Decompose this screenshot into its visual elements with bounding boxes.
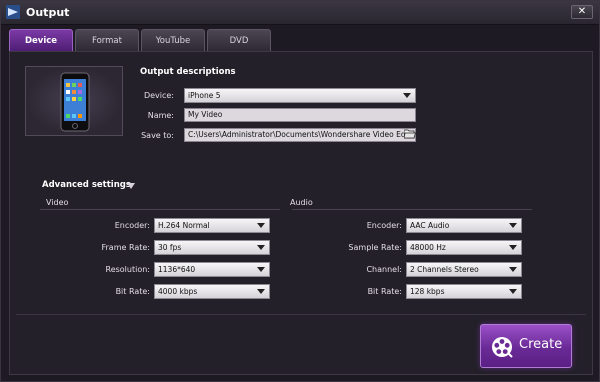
audio-encoder-select[interactable]: AAC Audio <box>406 218 522 233</box>
audio-bit-rate-label: Bit Rate: <box>367 287 402 296</box>
video-section-title: Video <box>46 198 69 207</box>
sample-rate-label: Sample Rate: <box>348 243 402 252</box>
footer-divider <box>16 314 586 315</box>
frame-rate-select[interactable]: 30 fps <box>154 240 270 255</box>
channel-value: 2 Channels Stereo <box>410 265 479 274</box>
caret-down-icon <box>509 289 517 294</box>
caret-down-icon <box>509 267 517 272</box>
audio-bit-rate-select[interactable]: 128 kbps <box>406 284 522 299</box>
resolution-label: Resolution: <box>105 265 151 274</box>
video-divider <box>40 209 280 210</box>
name-label: Name: <box>147 111 174 120</box>
folder-open-icon[interactable] <box>404 129 416 139</box>
video-bit-rate-value: 4000 kbps <box>158 287 198 296</box>
caret-down-icon[interactable] <box>127 183 135 189</box>
close-button[interactable]: ✕ <box>571 5 593 19</box>
output-descriptions-title: Output descriptions <box>140 67 236 77</box>
channel-label: Channel: <box>366 265 402 274</box>
caret-down-icon <box>509 223 517 228</box>
create-button[interactable]: Create <box>480 324 572 368</box>
caret-down-icon <box>509 245 517 250</box>
output-dialog: Output ✕ Device Format YouTube DVD Outpu… <box>0 0 600 382</box>
tab-device[interactable]: Device <box>9 29 73 51</box>
resolution-value: 1136*640 <box>158 265 196 274</box>
save-to-path-input[interactable]: C:\Users\Administrator\Documents\Wonders… <box>184 128 416 142</box>
sample-rate-value: 48000 Hz <box>410 243 446 252</box>
audio-section-title: Audio <box>290 198 313 207</box>
sample-rate-select[interactable]: 48000 Hz <box>406 240 522 255</box>
tab-dvd[interactable]: DVD <box>207 29 271 51</box>
audio-encoder-label: Encoder: <box>366 221 402 230</box>
caret-down-icon <box>257 245 265 250</box>
frame-rate-value: 30 fps <box>158 243 182 252</box>
device-thumbnail <box>25 66 123 136</box>
phone-icon <box>60 72 90 132</box>
save-to-label: Save to: <box>141 131 174 140</box>
caret-down-icon <box>403 93 411 98</box>
audio-bit-rate-value: 128 kbps <box>410 287 445 296</box>
device-panel: Output descriptions Device: iPhone 5 Nam… <box>9 51 593 375</box>
caret-down-icon <box>257 267 265 272</box>
film-reel-icon <box>492 337 513 358</box>
video-bit-rate-label: Bit Rate: <box>115 287 150 296</box>
create-button-label: Create <box>519 337 563 352</box>
device-select[interactable]: iPhone 5 <box>184 88 416 103</box>
frame-rate-label: Frame Rate: <box>101 243 150 252</box>
video-encoder-label: Encoder: <box>114 221 150 230</box>
title-bar: Output ✕ <box>1 1 599 25</box>
device-label: Device: <box>143 91 174 100</box>
save-to-path: C:\Users\Administrator\Documents\Wonders… <box>188 130 416 139</box>
video-bit-rate-select[interactable]: 4000 kbps <box>154 284 270 299</box>
audio-encoder-value: AAC Audio <box>410 221 450 230</box>
app-logo-icon <box>6 5 20 19</box>
channel-select[interactable]: 2 Channels Stereo <box>406 262 522 277</box>
video-encoder-value: H.264 Normal <box>158 221 210 230</box>
audio-divider <box>292 209 532 210</box>
device-select-value: iPhone 5 <box>188 91 221 100</box>
caret-down-icon <box>257 223 265 228</box>
tab-format[interactable]: Format <box>75 29 139 51</box>
tab-youtube[interactable]: YouTube <box>141 29 205 51</box>
name-input[interactable]: My Video <box>184 108 416 122</box>
caret-down-icon <box>257 289 265 294</box>
window-title: Output <box>26 6 70 19</box>
video-encoder-select[interactable]: H.264 Normal <box>154 218 270 233</box>
advanced-settings-title[interactable]: Advanced settings <box>42 180 131 190</box>
resolution-select[interactable]: 1136*640 <box>154 262 270 277</box>
